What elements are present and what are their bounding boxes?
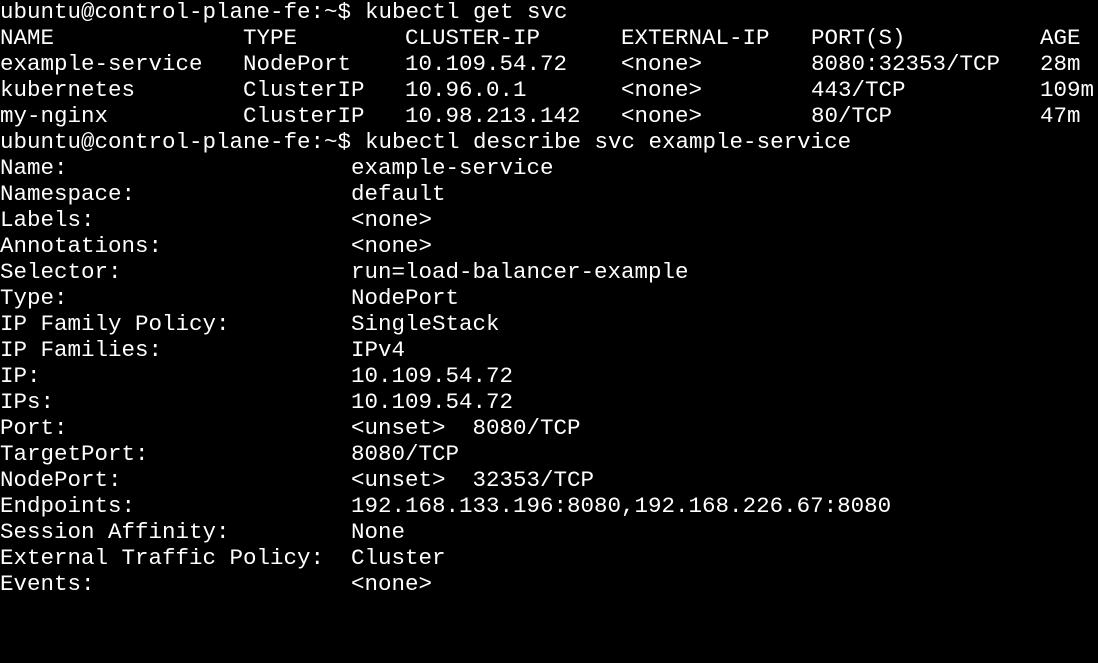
describe-field-selector: Selector: run=load-balancer-example bbox=[0, 261, 1098, 287]
column-header-external-ip: EXTERNAL-IP bbox=[621, 25, 770, 51]
describe-field-ips: IPs: 10.109.54.72 bbox=[0, 391, 1098, 417]
field-key: Namespace: bbox=[0, 181, 136, 207]
field-value: IPv4 bbox=[351, 337, 406, 363]
external-ip-cell: <none> bbox=[621, 77, 703, 103]
age-cell: 47m bbox=[1040, 103, 1081, 129]
column-header-age: AGE bbox=[1040, 25, 1081, 51]
command-line-describe-svc: ubuntu@control-plane-fe:~$ kubectl descr… bbox=[0, 131, 1098, 157]
describe-field-external-traffic-policy: External Traffic Policy: Cluster bbox=[0, 547, 1098, 573]
svc-table-header: NAME TYPE CLUSTER-IP EXTERNAL-IP PORT(S)… bbox=[0, 27, 1098, 53]
service-type-cell: ClusterIP bbox=[243, 77, 365, 103]
field-value: NodePort bbox=[351, 285, 460, 311]
describe-field-labels: Labels: <none> bbox=[0, 209, 1098, 235]
describe-field-port: Port: <unset> 8080/TCP bbox=[0, 417, 1098, 443]
table-row: my-nginx ClusterIP 10.98.213.142 <none> … bbox=[0, 105, 1098, 131]
service-type-cell: ClusterIP bbox=[243, 103, 365, 129]
field-key: IP: bbox=[0, 363, 41, 389]
field-key: Port: bbox=[0, 415, 68, 441]
command-line-get-svc: ubuntu@control-plane-fe:~$ kubectl get s… bbox=[0, 1, 1098, 27]
field-value: Cluster bbox=[351, 545, 446, 571]
describe-field-events: Events: <none> bbox=[0, 573, 1098, 599]
field-key: IP Family Policy: bbox=[0, 311, 230, 337]
describe-field-node-port: NodePort: <unset> 32353/TCP bbox=[0, 469, 1098, 495]
describe-field-ip-family-policy: IP Family Policy: SingleStack bbox=[0, 313, 1098, 339]
ports-cell: 443/TCP bbox=[811, 77, 906, 103]
field-key: Session Affinity: bbox=[0, 519, 230, 545]
ports-cell: 80/TCP bbox=[811, 103, 893, 129]
shell-prompt: ubuntu@control-plane-fe:~$ bbox=[0, 129, 352, 155]
field-value: run=load-balancer-example bbox=[351, 259, 689, 285]
describe-field-endpoints: Endpoints: 192.168.133.196:8080,192.168.… bbox=[0, 495, 1098, 521]
field-key: External Traffic Policy: bbox=[0, 545, 325, 571]
describe-field-name: Name: example-service bbox=[0, 157, 1098, 183]
external-ip-cell: <none> bbox=[621, 51, 703, 77]
cluster-ip-cell: 10.109.54.72 bbox=[405, 51, 568, 77]
command-text: kubectl get svc bbox=[365, 0, 568, 25]
column-header-name: NAME bbox=[0, 25, 55, 51]
field-value: <none> bbox=[351, 207, 433, 233]
field-value: default bbox=[351, 181, 446, 207]
shell-prompt: ubuntu@control-plane-fe:~$ bbox=[0, 0, 352, 25]
field-value: 10.109.54.72 bbox=[351, 389, 514, 415]
field-value: SingleStack bbox=[351, 311, 500, 337]
describe-field-namespace: Namespace: default bbox=[0, 183, 1098, 209]
service-name-cell: kubernetes bbox=[0, 77, 136, 103]
field-value: <unset> 8080/TCP bbox=[351, 415, 581, 441]
column-header-ports: PORT(S) bbox=[811, 25, 906, 51]
service-type-cell: NodePort bbox=[243, 51, 352, 77]
cluster-ip-cell: 10.98.213.142 bbox=[405, 103, 581, 129]
table-row: example-service NodePort 10.109.54.72 <n… bbox=[0, 53, 1098, 79]
age-cell: 28m bbox=[1040, 51, 1081, 77]
field-key: Type: bbox=[0, 285, 68, 311]
field-key: IPs: bbox=[0, 389, 55, 415]
field-value: 8080/TCP bbox=[351, 441, 460, 467]
field-key: Labels: bbox=[0, 207, 95, 233]
field-value: <none> bbox=[351, 233, 433, 259]
table-row: kubernetes ClusterIP 10.96.0.1 <none> 44… bbox=[0, 79, 1098, 105]
field-value: <unset> 32353/TCP bbox=[351, 467, 595, 493]
describe-field-target-port: TargetPort: 8080/TCP bbox=[0, 443, 1098, 469]
field-value: None bbox=[351, 519, 406, 545]
describe-field-session-affinity: Session Affinity: None bbox=[0, 521, 1098, 547]
external-ip-cell: <none> bbox=[621, 103, 703, 129]
ports-cell: 8080:32353/TCP bbox=[811, 51, 1001, 77]
column-header-cluster-ip: CLUSTER-IP bbox=[405, 25, 541, 51]
field-key: Annotations: bbox=[0, 233, 163, 259]
field-value: <none> bbox=[351, 571, 433, 597]
describe-field-type: Type: NodePort bbox=[0, 287, 1098, 313]
service-name-cell: my-nginx bbox=[0, 103, 109, 129]
command-text: kubectl describe svc example-service bbox=[365, 129, 852, 155]
age-cell: 109m bbox=[1040, 77, 1095, 103]
describe-field-annotations: Annotations: <none> bbox=[0, 235, 1098, 261]
field-value: 192.168.133.196:8080,192.168.226.67:8080 bbox=[351, 493, 892, 519]
field-key: TargetPort: bbox=[0, 441, 149, 467]
field-key: IP Families: bbox=[0, 337, 163, 363]
field-key: Name: bbox=[0, 155, 68, 181]
terminal-window[interactable]: ubuntu@control-plane-fe:~$ kubectl get s… bbox=[0, 0, 1098, 596]
describe-field-ip: IP: 10.109.54.72 bbox=[0, 365, 1098, 391]
service-name-cell: example-service bbox=[0, 51, 203, 77]
field-key: Selector: bbox=[0, 259, 122, 285]
field-value: example-service bbox=[351, 155, 554, 181]
field-key: NodePort: bbox=[0, 467, 122, 493]
field-value: 10.109.54.72 bbox=[351, 363, 514, 389]
describe-field-ip-families: IP Families: IPv4 bbox=[0, 339, 1098, 365]
field-key: Endpoints: bbox=[0, 493, 136, 519]
cluster-ip-cell: 10.96.0.1 bbox=[405, 77, 527, 103]
field-key: Events: bbox=[0, 571, 95, 597]
column-header-type: TYPE bbox=[243, 25, 298, 51]
